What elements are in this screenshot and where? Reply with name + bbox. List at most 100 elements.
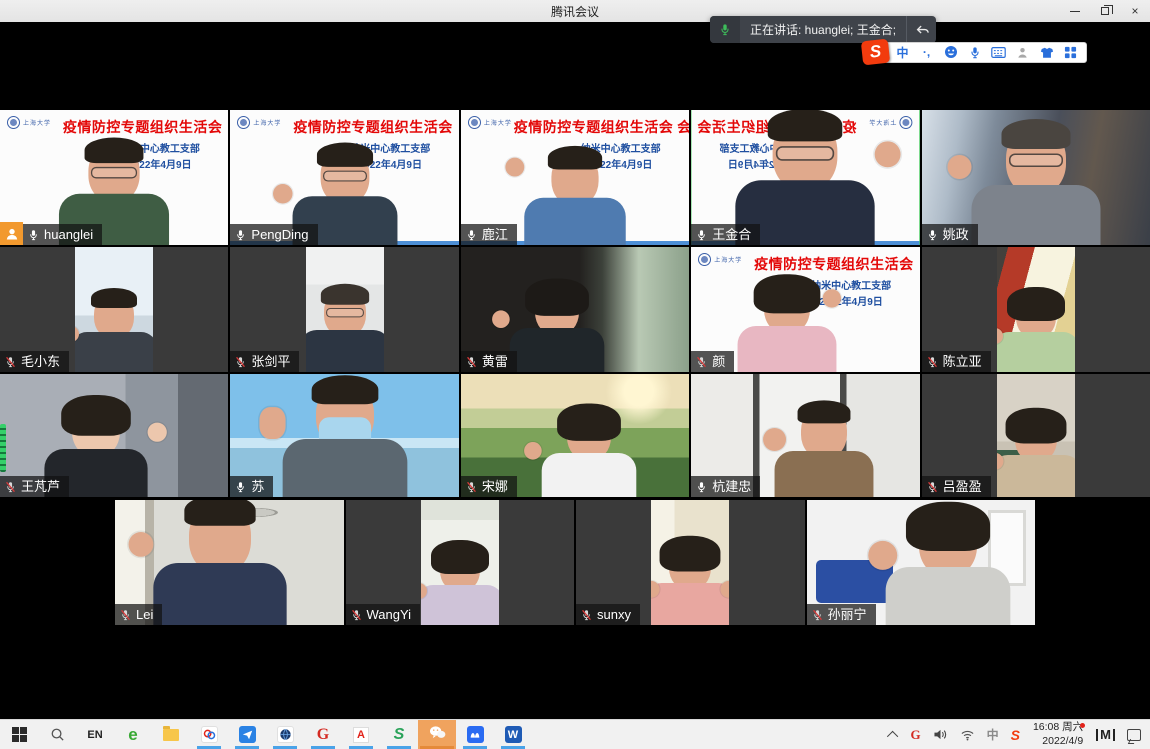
- acrobat-icon: A: [353, 727, 369, 743]
- restore-button[interactable]: [1090, 0, 1120, 22]
- participant-name: WangYi: [367, 608, 412, 621]
- mic-muted-icon: [5, 481, 16, 493]
- video-row-2: 毛小东 张剑平 黄雷: [0, 247, 1150, 372]
- taskbar-circles-app[interactable]: [190, 720, 228, 749]
- undo-arrow-icon[interactable]: [906, 16, 936, 43]
- host-badge-icon: [0, 222, 23, 245]
- close-button[interactable]: ×: [1120, 0, 1150, 22]
- video-tile-huanglei[interactable]: 上海大学 疫情防控专题组织生活会 纳米中心教工支部 2022年4月9日 huan…: [0, 110, 228, 245]
- portrait-video: [651, 500, 729, 625]
- windows-logo-icon: [12, 727, 27, 742]
- tray-volume[interactable]: [928, 720, 953, 749]
- screen: 腾讯会议 × 上海大学 疫情防控专题组织生活会 纳米中心教工支部 2022年4月…: [0, 0, 1150, 749]
- ime-keyboard-icon[interactable]: [991, 45, 1006, 60]
- participant-avatar: [524, 146, 625, 245]
- ime-toolbox-icon[interactable]: [1063, 45, 1078, 60]
- participant-label: 孙丽宁: [807, 604, 876, 625]
- video-tile-huanglei2[interactable]: 黄雷: [461, 247, 689, 372]
- notification-dot: [1080, 723, 1085, 728]
- mic-muted-icon: [466, 481, 477, 493]
- participant-name: 吕盈盈: [943, 480, 982, 493]
- minimize-button[interactable]: [1060, 0, 1090, 22]
- start-button[interactable]: [0, 720, 38, 749]
- taskbar-apps: EN e G A S W: [0, 720, 532, 749]
- taskbar-wechat[interactable]: [418, 720, 456, 749]
- close-icon: ×: [1131, 4, 1138, 18]
- ime-punctuation-icon[interactable]: ·,: [919, 45, 934, 60]
- speaking-text: 正在讲话: huanglei; 王金合;: [740, 21, 906, 38]
- language-indicator[interactable]: EN: [76, 720, 114, 749]
- video-tile-yaozheng[interactable]: 姚政: [922, 110, 1150, 245]
- tray-g-app[interactable]: G: [905, 720, 925, 749]
- video-tile-wangjinhe[interactable]: 上海大学 疫情防控专题组织生活会 纳米中心教工支部 2022年4月9日 王金合: [691, 110, 919, 245]
- meeting-canvas: 上海大学 疫情防控专题组织生活会 纳米中心教工支部 2022年4月9日 huan…: [0, 22, 1150, 719]
- video-tile-sunxy[interactable]: sunxy: [576, 500, 805, 625]
- system-tray: G 中 S 16:08 周六 2022/4/9 M: [885, 720, 1150, 749]
- video-tile-songna[interactable]: 宋娜: [461, 374, 689, 497]
- taskbar-messenger-app[interactable]: [228, 720, 266, 749]
- tray-ime-chinese[interactable]: 中: [982, 720, 1004, 749]
- participant-label: Lei: [115, 604, 162, 625]
- search-button[interactable]: [38, 720, 76, 749]
- participant-label: WangYi: [346, 604, 421, 625]
- video-tile-maoxiaodong[interactable]: 毛小东: [0, 247, 228, 372]
- taskbar-globe-app[interactable]: [266, 720, 304, 749]
- participant-label: 王金合: [691, 224, 760, 245]
- taskbar-word[interactable]: W: [494, 720, 532, 749]
- participant-name: 鹿江: [482, 228, 508, 241]
- taskbar-g-browser[interactable]: G: [304, 720, 342, 749]
- ime-passport-icon[interactable]: [1015, 45, 1030, 60]
- taskbar-tencent-meeting[interactable]: [456, 720, 494, 749]
- tray-expand-button[interactable]: [885, 720, 903, 749]
- ime-chinese-mode-icon[interactable]: 中: [895, 45, 910, 60]
- participant-name: 杭建忠: [712, 480, 751, 493]
- participant-avatar: [153, 500, 286, 625]
- video-tile-hangjianzhong[interactable]: 杭建忠: [691, 374, 919, 497]
- ime-skin-icon[interactable]: [1039, 45, 1054, 60]
- taskbar-acrobat[interactable]: A: [342, 720, 380, 749]
- video-tile-wangyi[interactable]: WangYi: [346, 500, 575, 625]
- video-row-1: 上海大学 疫情防控专题组织生活会 纳米中心教工支部 2022年4月9日 huan…: [0, 110, 1150, 245]
- tray-ime-mode[interactable]: M: [1091, 720, 1120, 749]
- video-tile-pengding[interactable]: 上海大学 疫情防控专题组织生活会 纳米中心教工支部 2022年4月9日 Peng…: [230, 110, 458, 245]
- video-tile-chenliya[interactable]: 陈立亚: [922, 247, 1150, 372]
- mic-on-icon: [466, 229, 477, 241]
- participant-avatar: [282, 375, 407, 497]
- ime-emoji-icon[interactable]: [943, 45, 958, 60]
- video-tile-yan[interactable]: 上海大学 疫情防控专题组织生活会 纳米中心教工支部 2022年4月9日 颜: [691, 247, 919, 372]
- video-tile-su[interactable]: 苏: [230, 374, 458, 497]
- participant-label: 吕盈盈: [922, 476, 991, 497]
- tray-sogou[interactable]: S: [1006, 720, 1025, 749]
- participant-avatar: [306, 284, 384, 372]
- taskbar-ie-browser[interactable]: e: [114, 720, 152, 749]
- globe-icon: [277, 726, 294, 743]
- mic-muted-icon: [5, 356, 16, 368]
- participant-avatar: [997, 408, 1075, 497]
- ime-voice-icon[interactable]: [967, 45, 982, 60]
- participant-label: sunxy: [576, 604, 640, 625]
- participant-avatar: [886, 502, 1011, 625]
- taskbar-wps[interactable]: S: [380, 720, 418, 749]
- video-tile-lvyingying[interactable]: 吕盈盈: [922, 374, 1150, 497]
- mic-muted-icon: [927, 356, 938, 368]
- mic-muted-icon: [351, 609, 362, 621]
- tencent-meeting-icon: [467, 726, 484, 743]
- video-tile-lei[interactable]: Lei: [115, 500, 344, 625]
- speaking-toast: 正在讲话: huanglei; 王金合;: [710, 16, 936, 43]
- ime-toolbar-bar: 中 ·,: [884, 42, 1087, 63]
- portrait-video: [997, 374, 1075, 497]
- video-tile-sunlining[interactable]: 孙丽宁: [807, 500, 1036, 625]
- action-center-button[interactable]: [1122, 720, 1146, 749]
- sogou-logo-icon[interactable]: S: [861, 39, 890, 66]
- participant-label: 颜: [691, 351, 734, 372]
- tray-network[interactable]: [955, 720, 980, 749]
- taskbar-clock[interactable]: 16:08 周六 2022/4/9: [1027, 721, 1089, 747]
- video-tile-wangpenglu[interactable]: 王芃芦: [0, 374, 228, 497]
- video-row-4: Lei WangYi sunxy: [115, 500, 1035, 625]
- participant-name: 苏: [251, 480, 264, 493]
- video-tile-lujiang[interactable]: 上海大学 疫情防控专题组织生活会 会 纳米中心教工支部 2022年4月9日 鹿江: [461, 110, 689, 245]
- file-explorer-icon: [163, 729, 179, 741]
- video-tile-zhangjianping[interactable]: 张剑平: [230, 247, 458, 372]
- taskbar-file-explorer[interactable]: [152, 720, 190, 749]
- mic-muted-icon: [466, 356, 477, 368]
